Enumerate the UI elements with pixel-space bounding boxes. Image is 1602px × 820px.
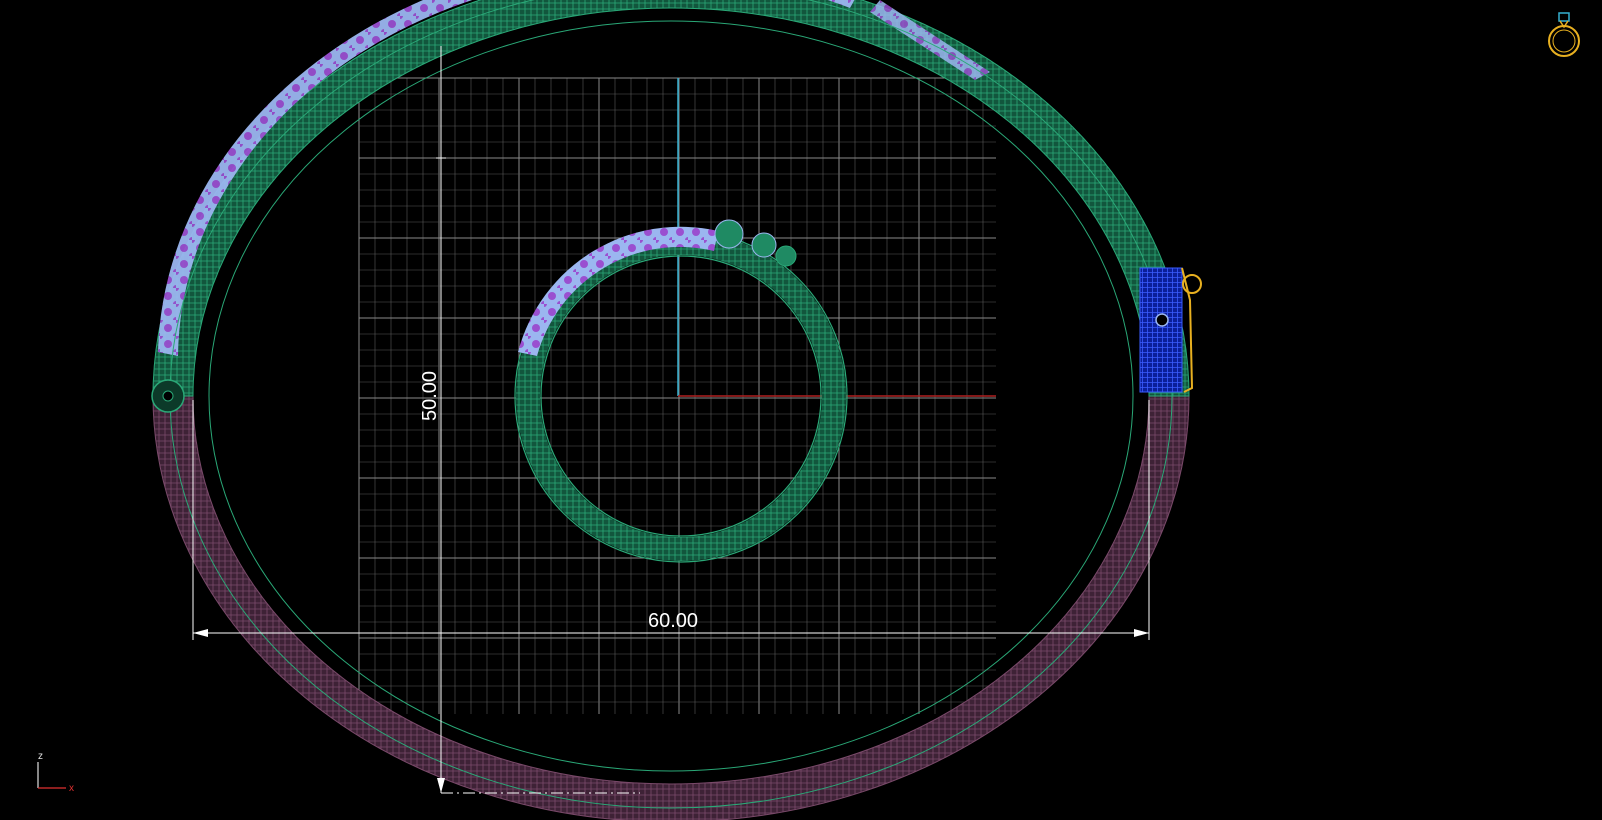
large-ring-lower-band — [152, 395, 1190, 820]
large-ring-model[interactable] — [151, 0, 1202, 820]
axis-gizmo-z-label: z — [38, 751, 43, 762]
ring-view-icon[interactable] — [1548, 12, 1580, 57]
width-dimension[interactable]: 60.00 — [192, 400, 1150, 640]
width-dimension-label: 60.00 — [648, 610, 698, 632]
axis-gizmo: z x — [37, 751, 74, 794]
cad-viewport[interactable]: 60.00 50.00 z x — [0, 0, 1602, 820]
small-ring-model[interactable] — [514, 219, 848, 563]
axis-gizmo-x-label: x — [69, 783, 74, 794]
height-dimension-label: 50.00 — [419, 371, 441, 421]
right-clasp[interactable] — [1139, 267, 1202, 393]
left-hinge[interactable] — [151, 379, 185, 413]
large-ring-upper-band — [152, 0, 1190, 397]
scene-canvas[interactable]: 60.00 50.00 z x — [0, 0, 1602, 820]
